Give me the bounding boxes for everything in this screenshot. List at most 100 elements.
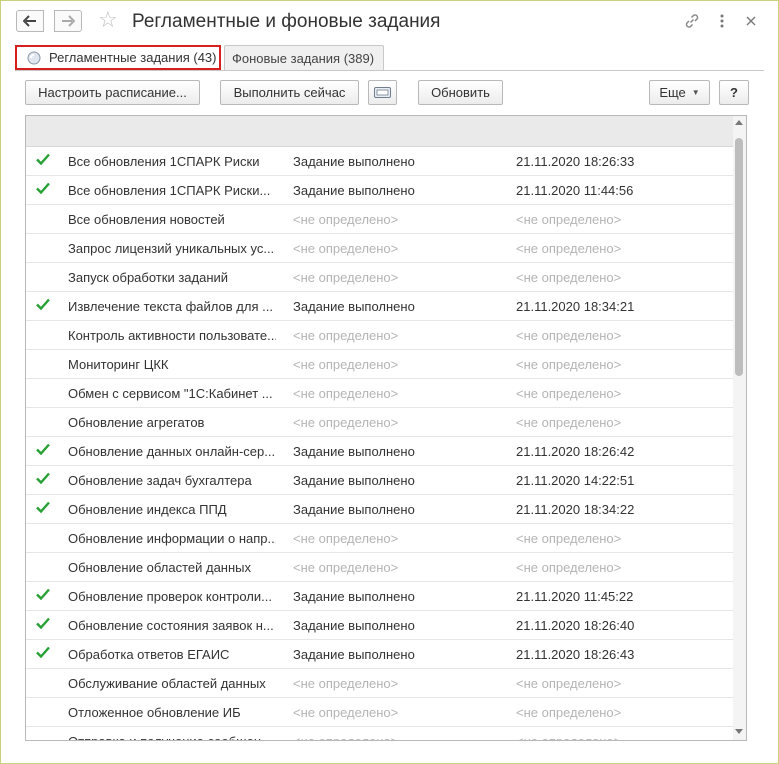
vertical-scrollbar[interactable] [733,116,746,740]
job-status: <не определено> [293,357,399,372]
job-last-run: <не определено> [516,560,622,575]
configure-schedule-button[interactable]: Настроить расписание... [25,80,200,105]
job-last-run: <не определено> [516,241,622,256]
job-name: Обновление задач бухгалтера [68,473,252,488]
table-row[interactable]: Обновление проверок контроли... Задание в… [26,582,734,611]
check-icon [36,440,54,458]
job-status: <не определено> [293,705,399,720]
job-name: Все обновления новостей [68,212,225,227]
scroll-up-icon[interactable] [735,120,743,125]
table-row[interactable]: Обновление индекса ППД Задание выполнено 2… [26,495,734,524]
help-button[interactable]: ? [719,80,749,105]
job-name: Контроль активности пользовате... [68,328,276,343]
job-status: Задание выполнено [293,473,415,488]
table-body: Все обновления 1СПАРК Риски Задание выпол… [26,147,734,740]
arrow-right-icon [62,15,75,27]
job-last-run: <не определено> [516,705,622,720]
job-last-run: 21.11.2020 18:34:22 [516,502,635,517]
job-status: <не определено> [293,270,399,285]
job-last-run: <не определено> [516,212,622,227]
tab-background-jobs[interactable]: Фоновые задания (389) [224,45,384,70]
link-icon[interactable] [682,11,702,31]
job-name: Обновление агрегатов [68,415,205,430]
table-row[interactable]: Обновление состояния заявок н... Задание … [26,611,734,640]
table-row[interactable]: Обновление данных онлайн-сер... Задание в… [26,437,734,466]
check-icon [36,150,54,168]
job-last-run: <не определено> [516,386,622,401]
job-name: Обновление информации о напр... [68,531,276,546]
forward-button[interactable] [54,10,82,32]
run-now-button[interactable]: Выполнить сейчас [220,80,359,105]
job-status: Задание выполнено [293,502,415,517]
table-row[interactable]: Отправка и получение сообщен... <не опред… [26,727,734,740]
table-row[interactable]: Обработка ответов ЕГАИС Задание выполнено… [26,640,734,669]
job-name: Обработка ответов ЕГАИС [68,647,230,662]
tab-scheduled-jobs[interactable]: Регламентные задания (43) [15,45,221,70]
job-last-run: 21.11.2020 18:34:21 [516,299,635,314]
table-row[interactable]: Обновление областей данных <не определено… [26,553,734,582]
arrow-left-icon [23,15,36,27]
scroll-thumb[interactable] [735,138,743,376]
panel-icon [374,87,391,98]
job-name: Обслуживание областей данных [68,676,266,691]
close-icon[interactable] [741,11,761,31]
job-last-run: <не определено> [516,270,622,285]
check-icon [36,179,54,197]
check-icon [36,585,54,603]
table-row[interactable]: Запрос лицензий уникальных ус... <не опре… [26,234,734,263]
tab-background-jobs-label: Фоновые задания (389) [232,50,375,66]
job-name: Обновление проверок контроли... [68,589,272,604]
job-name: Все обновления 1СПАРК Риски [68,154,260,169]
job-name: Обмен с сервисом "1С:Кабинет ... [68,386,273,401]
job-status: Задание выполнено [293,618,415,633]
job-status: Задание выполнено [293,299,415,314]
job-status: Задание выполнено [293,154,415,169]
job-status: Задание выполнено [293,183,415,198]
scheduled-jobs-window: ☆ Регламентные и фоновые задания Регламе… [0,0,779,764]
tab-divider [15,70,764,71]
table-row[interactable]: Отложенное обновление ИБ <не определено> <… [26,698,734,727]
job-last-run: <не определено> [516,531,622,546]
more-menu-button[interactable]: Еще ▼ [649,80,710,105]
job-status: <не определено> [293,386,399,401]
more-vertical-icon[interactable] [712,11,732,31]
table-row[interactable]: Обмен с сервисом "1С:Кабинет ... <не опре… [26,379,734,408]
job-last-run: 21.11.2020 18:26:33 [516,154,635,169]
table-row[interactable]: Мониторинг ЦКК <не определено> <не определ… [26,350,734,379]
table-row[interactable]: Все обновления 1СПАРК Риски... Задание вы… [26,176,734,205]
favorite-star-icon[interactable]: ☆ [98,9,118,31]
job-status: <не определено> [293,241,399,256]
job-status: <не определено> [293,676,399,691]
back-button[interactable] [16,10,44,32]
table-row[interactable]: Все обновления 1СПАРК Риски Задание выпол… [26,147,734,176]
check-icon [36,469,54,487]
table-row[interactable]: Все обновления новостей <не определено> <н… [26,205,734,234]
job-last-run: <не определено> [516,676,622,691]
check-icon [36,614,54,632]
settings-panel-button[interactable] [368,80,397,105]
table-row[interactable]: Извлечение текста файлов для ... Задание … [26,292,734,321]
job-status: <не определено> [293,531,399,546]
job-status: <не определено> [293,328,399,343]
window-title: Регламентные и фоновые задания [132,11,441,32]
table-row[interactable]: Обновление агрегатов <не определено> <не о… [26,408,734,437]
job-status: <не определено> [293,560,399,575]
job-last-run: <не определено> [516,734,621,740]
job-last-run: <не определено> [516,357,622,372]
table-row[interactable]: Обновление задач бухгалтера Задание выпол… [26,466,734,495]
table-row[interactable]: Контроль активности пользовате... <не опр… [26,321,734,350]
job-status: Задание выполнено [293,444,415,459]
refresh-button[interactable]: Обновить [418,80,503,105]
job-last-run: 21.11.2020 14:22:51 [516,473,635,488]
job-last-run: <не определено> [516,415,622,430]
table-row[interactable]: Обновление информации о напр... <не опред… [26,524,734,553]
tab-scheduled-jobs-label: Регламентные задания (43) [49,50,217,65]
scroll-down-icon[interactable] [735,729,743,734]
more-menu-label: Еще [659,85,686,100]
table-row[interactable]: Запуск обработки заданий <не определено> <… [26,263,734,292]
table-row[interactable]: Обслуживание областей данных <не определе… [26,669,734,698]
table-header [26,116,734,147]
job-name: Отправка и получение сообщен... [68,734,276,740]
job-name: Обновление данных онлайн-сер... [68,444,276,459]
check-icon [36,498,54,516]
